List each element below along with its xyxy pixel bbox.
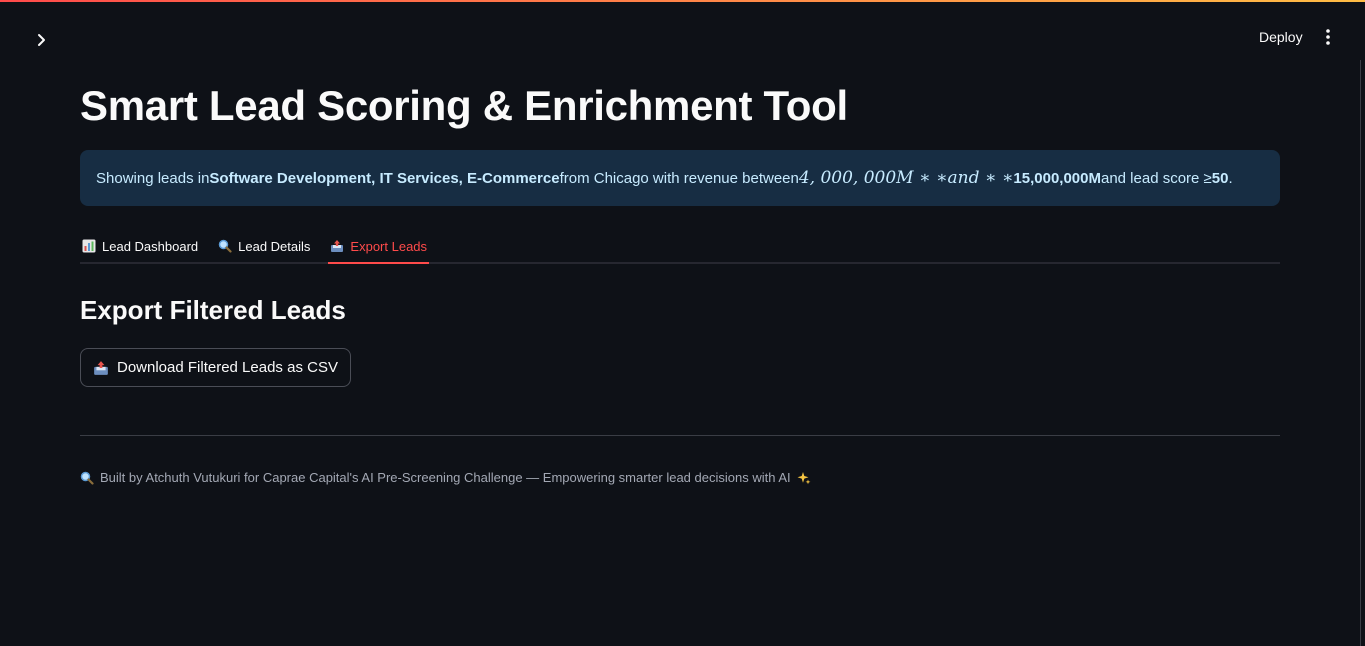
- divider: [80, 435, 1280, 436]
- magnifier-icon: [218, 239, 232, 253]
- kebab-menu-icon: [1326, 29, 1330, 45]
- tab-label: Lead Details: [238, 238, 311, 254]
- bar-chart-icon: [82, 239, 96, 253]
- footer-text: Built by Atchuth Vutukuri for Caprae Cap…: [100, 470, 791, 485]
- download-button-label: Download Filtered Leads as CSV: [117, 359, 338, 376]
- footer-caption: Built by Atchuth Vutukuri for Caprae Cap…: [80, 470, 1280, 485]
- info-score-value: 50: [1211, 169, 1229, 187]
- outbox-tray-icon: [93, 360, 109, 376]
- tab-lead-details[interactable]: Lead Details: [216, 230, 312, 262]
- magnifier-icon: [80, 471, 94, 485]
- info-math-text: 4, 000, 000M ∗ ∗and ∗ ∗: [798, 168, 1014, 188]
- tab-lead-dashboard[interactable]: Lead Dashboard: [80, 230, 200, 262]
- page-title: Smart Lead Scoring & Enrichment Tool: [80, 82, 848, 129]
- tab-export-leads[interactable]: Export Leads: [328, 230, 429, 264]
- chevron-right-icon: [38, 34, 45, 46]
- info-prefix: Showing leads in: [96, 169, 210, 187]
- sparkles-icon: [797, 471, 811, 485]
- main-content: Smart Lead Scoring & Enrichment Tool Sho…: [80, 80, 1280, 485]
- tab-label: Export Leads: [350, 238, 428, 254]
- outbox-tray-icon: [330, 239, 344, 253]
- info-from-text: from Chicago with revenue between: [559, 169, 799, 187]
- info-suffix: .: [1228, 169, 1233, 187]
- info-max-revenue: 15,000,000M: [1013, 169, 1101, 187]
- info-industries: Software Development, IT Services, E-Com…: [209, 169, 560, 187]
- header-decoration-bar: [0, 0, 1365, 2]
- deploy-button[interactable]: Deploy: [1248, 26, 1314, 48]
- filter-info-alert: Showing leads in Software Development, I…: [80, 150, 1280, 206]
- info-score-text: and lead score ≥: [1100, 169, 1212, 187]
- tab-label: Lead Dashboard: [102, 238, 199, 254]
- sidebar-toggle-button[interactable]: [28, 28, 56, 52]
- main-menu-button[interactable]: [1316, 26, 1340, 48]
- download-csv-button[interactable]: Download Filtered Leads as CSV: [80, 348, 351, 387]
- tab-bar: Lead Dashboard Lead Details Export Leads: [80, 230, 1280, 264]
- scrollbar[interactable]: [1360, 60, 1365, 646]
- section-title: Export Filtered Leads: [80, 295, 346, 325]
